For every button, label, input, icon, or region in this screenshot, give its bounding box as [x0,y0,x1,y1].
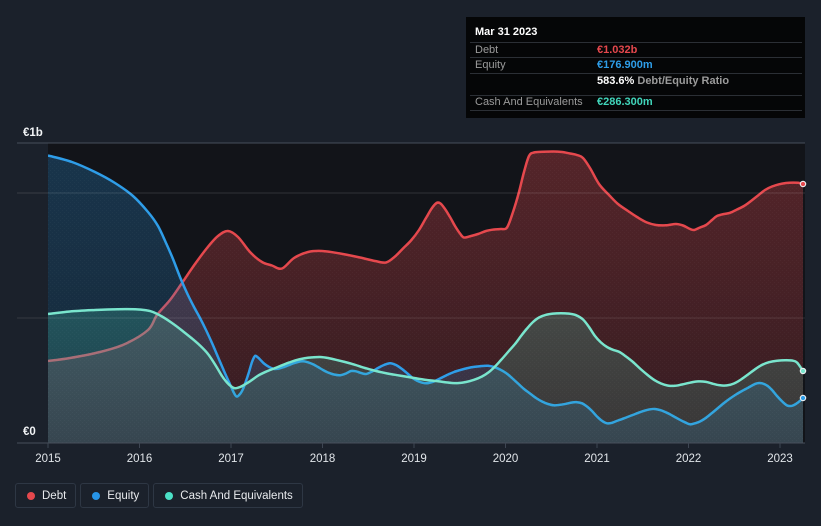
svg-text:2020: 2020 [493,453,519,465]
svg-text:€0: €0 [23,426,36,438]
svg-text:2017: 2017 [218,453,244,465]
svg-text:2021: 2021 [584,453,610,465]
svg-text:2016: 2016 [127,453,153,465]
svg-text:2018: 2018 [310,453,336,465]
svg-text:€1b: €1b [23,127,43,139]
svg-text:2015: 2015 [35,453,61,465]
svg-text:2022: 2022 [676,453,702,465]
svg-text:2023: 2023 [767,453,793,465]
svg-text:2019: 2019 [401,453,427,465]
